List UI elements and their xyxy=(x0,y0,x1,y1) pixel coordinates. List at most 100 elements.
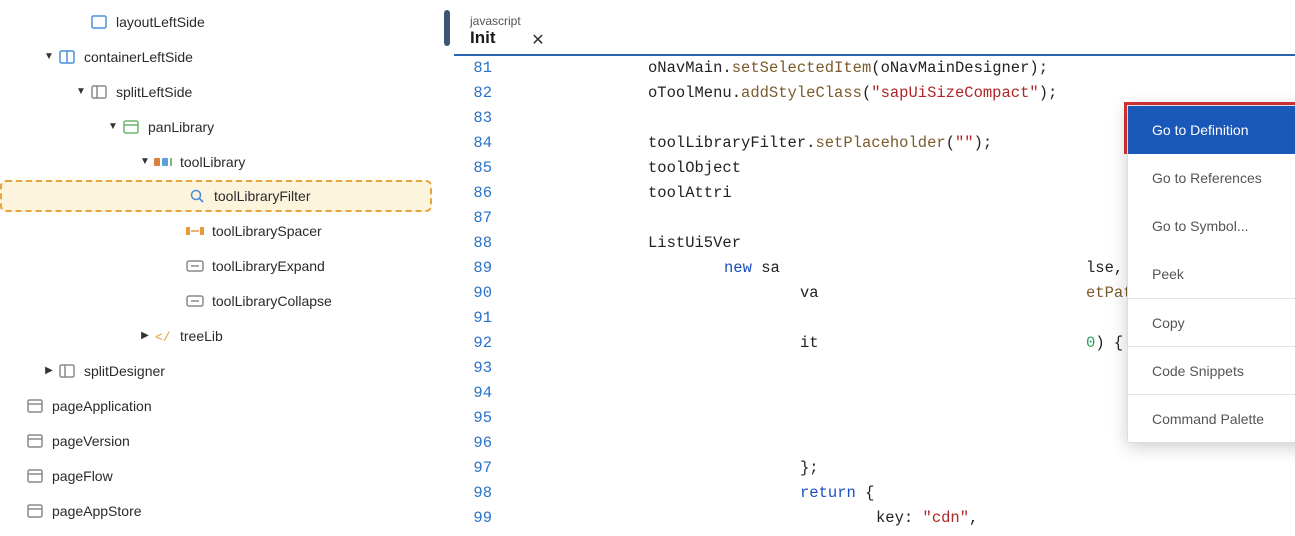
ctx-item-label: Peek xyxy=(1152,266,1184,282)
chevron-down-icon[interactable]: ▼ xyxy=(136,156,154,167)
tab-language: javascript xyxy=(470,14,521,28)
line-number: 84 xyxy=(454,131,492,156)
tree-item-label: toolLibraryExpand xyxy=(212,258,325,274)
code-line[interactable]: oToolMenu.addStyleClass("sapUiSizeCompac… xyxy=(510,81,1295,106)
ctx-code-snippets[interactable]: Code Snippets xyxy=(1128,346,1295,394)
line-number: 99 xyxy=(454,506,492,531)
rect-blue-icon xyxy=(90,13,108,31)
tree-item-toolLibrarySpacer[interactable]: toolLibrarySpacer xyxy=(0,213,440,248)
line-number: 95 xyxy=(454,406,492,431)
tree-item-label: splitLeftSide xyxy=(116,84,192,100)
tree-item-label: toolLibrarySpacer xyxy=(212,223,322,239)
tree-item-label: toolLibraryFilter xyxy=(214,188,310,204)
line-number: 98 xyxy=(454,481,492,506)
splitter[interactable] xyxy=(440,0,454,536)
page-gray-icon xyxy=(26,502,44,520)
line-number: 89 xyxy=(454,256,492,281)
line-number: 94 xyxy=(454,381,492,406)
tree-item-splitDesigner[interactable]: ▶ splitDesigner xyxy=(0,353,440,388)
ctx-go-to-symbol[interactable]: Go to Symbol...Ctrl+Shift+O xyxy=(1128,202,1295,250)
split-gray-icon xyxy=(90,83,108,101)
line-number: 90 xyxy=(454,281,492,306)
context-menu[interactable]: Go to DefinitionCtrl+F12Go to References… xyxy=(1127,105,1295,443)
tree-item-containerLeftSide[interactable]: ▼ containerLeftSide xyxy=(0,39,440,74)
tree-item-pageApplication[interactable]: pageApplication xyxy=(0,388,440,423)
line-number: 85 xyxy=(454,156,492,181)
ctx-peek[interactable]: Peek❯ xyxy=(1128,250,1295,298)
line-number: 87 xyxy=(454,206,492,231)
tree-item-label: pageApplication xyxy=(52,398,152,414)
tree-item-splitLeftSide[interactable]: ▼ splitLeftSide xyxy=(0,74,440,109)
ctx-item-label: Copy xyxy=(1152,315,1185,331)
tree-item-label: toolLibrary xyxy=(180,154,245,170)
line-number: 88 xyxy=(454,231,492,256)
button-gray-icon xyxy=(186,257,204,275)
line-number: 92 xyxy=(454,331,492,356)
columns-blue-icon xyxy=(58,48,76,66)
tree-item-pageFlow[interactable]: pageFlow xyxy=(0,458,440,493)
panel-green-icon xyxy=(122,118,140,136)
tab-strip: javascript Init ✕ xyxy=(454,0,1295,56)
code-line[interactable]: return { xyxy=(510,481,1295,506)
tree-item-toolLibraryFilter[interactable]: toolLibraryFilter xyxy=(0,180,432,212)
page-gray-icon xyxy=(26,467,44,485)
tree-item-toolLibraryExpand[interactable]: toolLibraryExpand xyxy=(0,248,440,283)
svg-text:</>: </> xyxy=(155,330,171,343)
tree-item-label: splitDesigner xyxy=(84,363,165,379)
tree-item-label: layoutLeftSide xyxy=(116,14,205,30)
tree-item-label: panLibrary xyxy=(148,119,214,135)
search-blue-icon xyxy=(188,187,206,205)
chevron-right-icon[interactable]: ▶ xyxy=(40,365,58,376)
page-gray-icon xyxy=(26,397,44,415)
tree-item-toolLibraryCollapse[interactable]: toolLibraryCollapse xyxy=(0,283,440,318)
code-line[interactable]: key: "cdn", xyxy=(510,506,1295,531)
chevron-right-icon[interactable]: ▶ xyxy=(136,330,154,341)
tree-item-label: containerLeftSide xyxy=(84,49,193,65)
button-gray-icon xyxy=(186,292,204,310)
tree-item-pageAppStore[interactable]: pageAppStore xyxy=(0,493,440,528)
line-number: 83 xyxy=(454,106,492,131)
tree-item-label: pageAppStore xyxy=(52,503,142,519)
splitter-handle-icon[interactable] xyxy=(444,10,450,46)
ctx-item-label: Command Palette xyxy=(1152,411,1264,427)
tab-title: Init xyxy=(470,28,521,48)
tree-item-label: pageVersion xyxy=(52,433,130,449)
ctx-copy[interactable]: Copy xyxy=(1128,298,1295,346)
tree-sidebar[interactable]: layoutLeftSide ▼ containerLeftSide ▼ spl… xyxy=(0,0,440,536)
ctx-go-to-definition[interactable]: Go to DefinitionCtrl+F12 xyxy=(1128,106,1295,154)
tree-item-treeLib[interactable]: ▶ </> treeLib xyxy=(0,318,440,353)
code-orange-icon: </> xyxy=(154,327,172,345)
tree-item-toolLibrary[interactable]: ▼ toolLibrary xyxy=(0,144,440,179)
chevron-down-icon[interactable]: ▼ xyxy=(72,86,90,97)
ctx-item-label: Go to Definition xyxy=(1152,122,1249,138)
tree-item-panLibrary[interactable]: ▼ panLibrary xyxy=(0,109,440,144)
code-line[interactable]: }; xyxy=(510,456,1295,481)
split-gray-icon xyxy=(58,362,76,380)
spacer-orange-icon xyxy=(186,222,204,240)
line-number: 81 xyxy=(454,56,492,81)
tree-item-label: pageFlow xyxy=(52,468,113,484)
chevron-down-icon[interactable]: ▼ xyxy=(40,51,58,62)
ctx-go-to-references[interactable]: Go to ReferencesShift+F12 xyxy=(1128,154,1295,202)
line-number: 82 xyxy=(454,81,492,106)
line-number: 86 xyxy=(454,181,492,206)
line-number: 97 xyxy=(454,456,492,481)
ctx-item-label: Code Snippets xyxy=(1152,363,1244,379)
code-line[interactable]: oNavMain.setSelectedItem(oNavMainDesigne… xyxy=(510,56,1295,81)
tree-item-label: toolLibraryCollapse xyxy=(212,293,332,309)
code-editor: javascript Init ✕ 8182838485868788899091… xyxy=(454,0,1295,536)
line-number-gutter: 81828384858687888990919293949596979899 xyxy=(454,56,510,536)
ctx-item-label: Go to Symbol... xyxy=(1152,218,1248,234)
toolbar-multi-icon xyxy=(154,153,172,171)
tree-item-layoutLeftSide[interactable]: layoutLeftSide xyxy=(0,4,440,39)
line-number: 93 xyxy=(454,356,492,381)
close-icon[interactable]: ✕ xyxy=(531,30,544,50)
chevron-down-icon[interactable]: ▼ xyxy=(104,121,122,132)
tab-init[interactable]: javascript Init ✕ xyxy=(460,10,531,54)
tree-item-pageVersion[interactable]: pageVersion xyxy=(0,423,440,458)
ctx-item-label: Go to References xyxy=(1152,170,1262,186)
tree-item-label: treeLib xyxy=(180,328,223,344)
page-gray-icon xyxy=(26,432,44,450)
line-number: 96 xyxy=(454,431,492,456)
ctx-command-palette[interactable]: Command PaletteF1 xyxy=(1128,394,1295,442)
